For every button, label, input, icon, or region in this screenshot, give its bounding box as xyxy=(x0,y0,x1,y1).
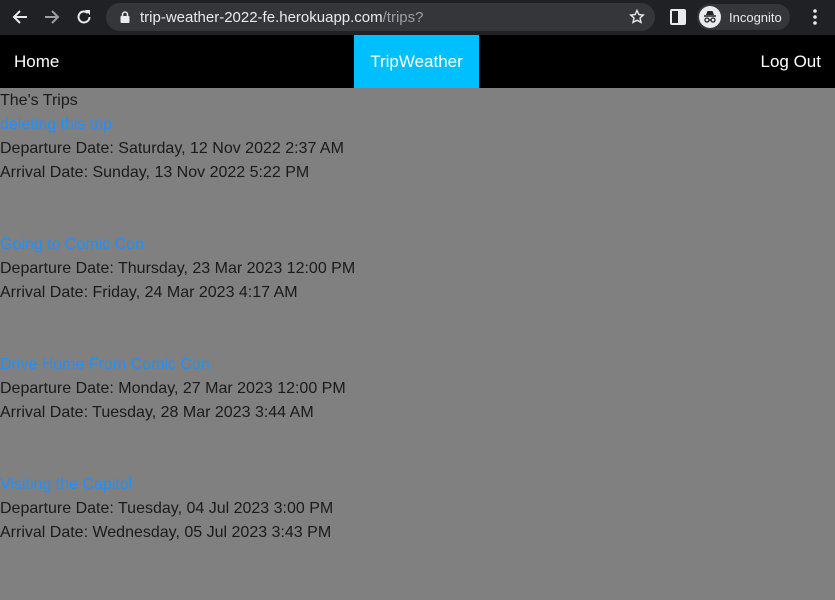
menu-kebab-icon[interactable] xyxy=(808,7,822,27)
lock-icon xyxy=(120,11,130,23)
trip-arrival: Arrival Date: Tuesday, 28 Mar 2023 3:44 … xyxy=(0,404,314,421)
trip-departure: Departure Date: Saturday, 12 Nov 2022 2:… xyxy=(0,140,344,157)
url-host: trip-weather-2022-fe.herokuapp.com xyxy=(140,8,383,26)
url-text: trip-weather-2022-fe.herokuapp.com/trips… xyxy=(140,9,424,26)
url-path: /trips? xyxy=(382,8,424,26)
side-panel-icon[interactable] xyxy=(669,8,687,26)
trip-arrival: Arrival Date: Sunday, 13 Nov 2022 5:22 P… xyxy=(0,164,310,181)
trip-name-link[interactable]: deleting this trip xyxy=(0,113,835,137)
address-bar[interactable]: trip-weather-2022-fe.herokuapp.com/trips… xyxy=(106,3,655,31)
trip-item: Going to Comic Con Departure Date: Thurs… xyxy=(0,233,835,305)
reload-icon[interactable] xyxy=(72,5,96,29)
trip-item: Visiting the Capitol Departure Date: Tue… xyxy=(0,473,835,545)
nav-logout-link[interactable]: Log Out xyxy=(761,35,822,88)
bookmark-star-icon[interactable] xyxy=(629,9,645,25)
forward-icon[interactable] xyxy=(40,5,64,29)
incognito-icon xyxy=(699,6,721,28)
trip-arrival: Arrival Date: Friday, 24 Mar 2023 4:17 A… xyxy=(0,284,298,301)
trip-item: deleting this trip Departure Date: Satur… xyxy=(0,113,835,185)
trip-name-link[interactable]: Drive Home From Comic Con xyxy=(0,353,835,377)
incognito-badge[interactable]: Incognito xyxy=(697,4,790,30)
page-title: The's Trips xyxy=(0,92,78,109)
trip-departure: Departure Date: Tuesday, 04 Jul 2023 3:0… xyxy=(0,500,334,517)
incognito-label: Incognito xyxy=(729,9,782,25)
app-navbar: Home TripWeather Log Out xyxy=(0,35,835,88)
trip-item: Drive Home From Comic Con Departure Date… xyxy=(0,353,835,425)
trips-content: The's Trips deleting this trip Departure… xyxy=(0,88,835,593)
back-icon[interactable] xyxy=(8,5,32,29)
trip-name-link[interactable]: Visiting the Capitol xyxy=(0,473,835,497)
nav-brand-link[interactable]: TripWeather xyxy=(354,35,479,88)
trip-departure: Departure Date: Monday, 27 Mar 2023 12:0… xyxy=(0,380,346,397)
browser-toolbar: trip-weather-2022-fe.herokuapp.com/trips… xyxy=(0,0,835,35)
trip-name-link[interactable]: Going to Comic Con xyxy=(0,233,835,257)
trip-arrival: Arrival Date: Wednesday, 05 Jul 2023 3:4… xyxy=(0,524,332,541)
trip-departure: Departure Date: Thursday, 23 Mar 2023 12… xyxy=(0,260,356,277)
nav-home-link[interactable]: Home xyxy=(14,35,59,88)
